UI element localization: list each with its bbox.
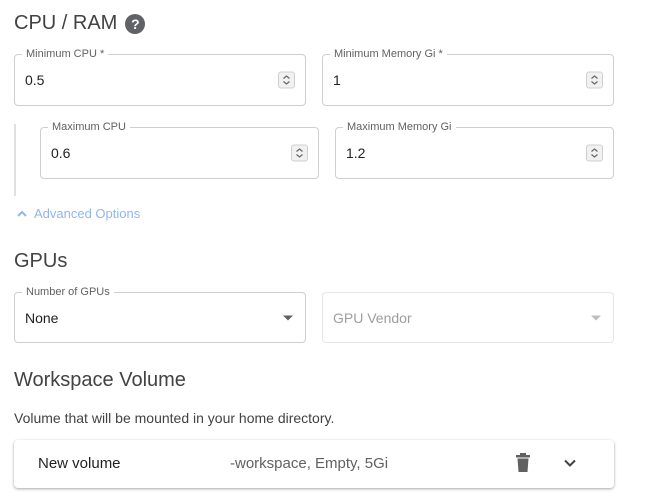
min-cpu-value[interactable]: 0.5 xyxy=(25,72,44,88)
gpu-vendor-placeholder: GPU Vendor xyxy=(333,309,412,326)
max-cpu-value[interactable]: 0.6 xyxy=(51,145,70,161)
volume-details: -workspace, Empty, 5Gi xyxy=(230,455,389,472)
volume-card[interactable]: New volume -workspace, Empty, 5Gi xyxy=(14,440,614,488)
dropdown-arrow-icon xyxy=(591,315,601,320)
min-memory-stepper[interactable] xyxy=(586,71,603,89)
min-cpu-stepper[interactable] xyxy=(278,71,295,89)
gpu-vendor-select[interactable]: GPU Vendor xyxy=(322,292,614,343)
max-memory-label: Maximum Memory Gi xyxy=(343,121,456,133)
stepper-arrows-icon xyxy=(296,148,303,158)
max-cpu-label: Maximum CPU xyxy=(48,121,130,133)
stepper-arrows-icon xyxy=(591,148,598,158)
gpu-number-label: Number of GPUs xyxy=(22,286,114,298)
advanced-options-label: Advanced Options xyxy=(34,206,141,221)
min-cpu-label: Minimum CPU * xyxy=(22,48,109,60)
max-memory-value[interactable]: 1.2 xyxy=(346,145,365,161)
gpus-title-text: GPUs xyxy=(14,250,68,272)
gpus-title: GPUs xyxy=(14,250,67,273)
min-memory-value[interactable]: 1 xyxy=(333,72,341,88)
help-icon[interactable]: ? xyxy=(125,13,146,34)
workspace-title-text: Workspace Volume xyxy=(14,369,186,391)
workspace-description: Volume that will be mounted in your home… xyxy=(14,410,335,426)
cpu-ram-title-text: CPU / RAM xyxy=(14,12,118,34)
advanced-divider xyxy=(14,124,16,196)
workspace-title: Workspace Volume xyxy=(14,369,186,392)
gpu-number-select[interactable]: Number of GPUs None xyxy=(14,286,306,343)
stepper-arrows-icon xyxy=(591,75,598,85)
max-cpu-stepper[interactable] xyxy=(291,144,308,162)
dropdown-arrow-icon xyxy=(283,315,293,320)
max-cpu-field[interactable]: Maximum CPU 0.6 xyxy=(40,121,319,179)
delete-icon[interactable] xyxy=(514,452,532,474)
chevron-up-icon xyxy=(17,210,27,217)
max-memory-stepper[interactable] xyxy=(586,144,603,162)
min-memory-label: Minimum Memory Gi * xyxy=(330,48,447,60)
chevron-down-icon[interactable] xyxy=(562,455,578,471)
min-memory-field[interactable]: Minimum Memory Gi * 1 xyxy=(322,48,614,106)
stepper-arrows-icon xyxy=(283,75,290,85)
advanced-options-toggle[interactable]: Advanced Options xyxy=(16,206,140,221)
volume-name: New volume xyxy=(38,455,121,472)
min-cpu-field[interactable]: Minimum CPU * 0.5 xyxy=(14,48,306,106)
gpu-number-value: None xyxy=(25,309,59,326)
cpu-ram-title: CPU / RAM ? xyxy=(14,12,146,35)
max-memory-field[interactable]: Maximum Memory Gi 1.2 xyxy=(335,121,614,179)
